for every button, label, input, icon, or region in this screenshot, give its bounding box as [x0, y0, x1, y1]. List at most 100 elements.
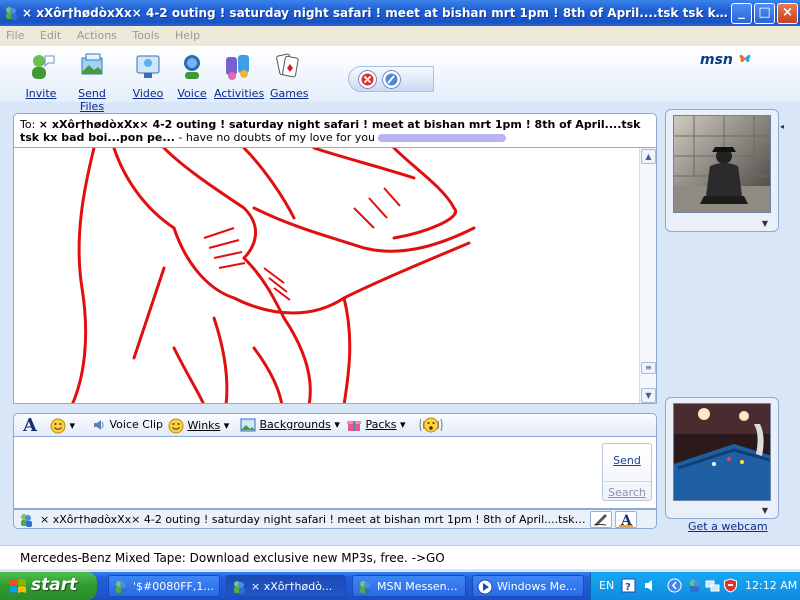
to-label: To: — [20, 118, 36, 131]
svg-text:A: A — [620, 513, 633, 527]
get-webcam-link[interactable]: Get a webcam — [688, 520, 768, 533]
vertical-scrollbar[interactable]: ▲ ≡ ▼ — [639, 148, 656, 403]
taskbar-item-msn-messenger[interactable]: MSN Messenger — [352, 575, 466, 597]
wink-icon — [168, 418, 184, 434]
taskbar-item-chat-1[interactable]: '$#0080FF,1... — [108, 575, 220, 597]
invite-button[interactable]: Invite — [24, 52, 58, 100]
send-files-button[interactable]: Send Files — [66, 52, 118, 113]
window-title: × xXôr†hødòxXx× 4-2 outing ! saturday ni… — [22, 6, 728, 20]
winks-button[interactable]: Winks ▾ — [168, 418, 229, 434]
font-button[interactable]: A — [23, 415, 37, 436]
activities-button[interactable]: Activities — [214, 52, 264, 100]
scroll-up-button[interactable]: ▲ — [641, 149, 656, 164]
emoticon-button[interactable]: ▾ — [50, 418, 75, 434]
msn-buddy-icon — [21, 514, 32, 527]
chevron-down-icon[interactable]: ▼ — [762, 219, 768, 228]
conversation-history[interactable]: ▲ ≡ ▼ — [13, 147, 657, 404]
my-display-picture[interactable]: ▼ — [665, 397, 779, 519]
title-bar[interactable]: × xXôr†hødòxXx× 4-2 outing ! saturday ni… — [0, 0, 800, 26]
send-files-icon — [81, 53, 103, 75]
language-indicator[interactable]: EN — [599, 579, 614, 592]
backgrounds-icon — [240, 418, 256, 432]
pen-icon — [593, 514, 607, 526]
collapse-sidebar-icon[interactable]: ◂ — [780, 122, 788, 142]
smiley-icon — [50, 418, 66, 434]
close-button[interactable]: × — [777, 3, 798, 24]
msn-tray-icon[interactable] — [687, 578, 702, 593]
speaker-icon — [94, 420, 104, 430]
redacted-text — [378, 134, 507, 142]
status-text: × xXôr†hødòxXx× 4-2 outing ! saturday ni… — [40, 513, 588, 526]
windows-logo-icon — [10, 579, 26, 593]
taskbar-item-chat-2[interactable]: × xXôr†hødò... — [226, 575, 346, 597]
invite-icon — [32, 55, 55, 79]
chevron-down-icon: ▾ — [223, 419, 230, 432]
contact-display-picture[interactable]: ▼ — [665, 109, 779, 232]
help-icon[interactable]: ? — [621, 578, 636, 593]
toolbar: Invite Send Files Video Voice Activities… — [0, 46, 800, 113]
voice-button[interactable]: Voice — [176, 52, 208, 100]
volume-icon[interactable] — [643, 578, 658, 593]
video-button[interactable]: Video — [132, 52, 164, 100]
contact-photo-image — [674, 116, 770, 212]
conversation-window: Invite Send Files Video Voice Activities… — [0, 46, 800, 572]
chevron-down-icon: ▾ — [400, 418, 406, 431]
backgrounds-button[interactable]: Backgrounds ▾ — [240, 418, 340, 432]
nudge-button[interactable] — [418, 416, 444, 437]
menu-bar: File Edit Actions Tools Help — [0, 26, 800, 46]
formatting-toolbar: A ▾ Voice Clip Winks ▾ Backgrounds ▾ Pac… — [13, 413, 657, 437]
text-icon: A — [619, 513, 633, 529]
expand-tray-icon[interactable] — [667, 578, 682, 593]
message-input[interactable]: Send Search — [13, 437, 657, 509]
search-button[interactable]: Search — [603, 481, 651, 499]
clock[interactable]: 12:12 AM — [745, 579, 797, 592]
chevron-down-icon: ▾ — [334, 418, 340, 431]
voice-icon — [184, 55, 200, 79]
packs-button[interactable]: Packs ▾ — [346, 418, 406, 432]
status-line: × xXôr†hødòxXx× 4-2 outing ! saturday ni… — [13, 509, 657, 529]
start-button[interactable]: start — [0, 572, 97, 600]
send-button[interactable]: Send — [603, 454, 651, 467]
menu-edit[interactable]: Edit — [34, 26, 67, 45]
butterfly-icon — [739, 54, 751, 63]
menu-help[interactable]: Help — [169, 26, 206, 45]
hand-drawing — [71, 148, 476, 403]
send-button-group: Send Search — [602, 443, 652, 501]
handwriting-button[interactable] — [590, 511, 612, 528]
paint-brush-icon[interactable] — [382, 70, 401, 89]
gift-icon — [347, 421, 361, 431]
block-and-background-buttons — [348, 66, 434, 92]
media-player-icon — [477, 579, 493, 595]
maximize-button[interactable]: □ — [754, 3, 775, 24]
msn-buddy-icon — [6, 7, 17, 20]
menu-file[interactable]: File — [0, 26, 30, 45]
msn-buddy-icon — [116, 581, 127, 594]
my-photo-image — [674, 404, 770, 500]
taskbar: start '$#0080FF,1... × xXôr†hødò... MSN … — [0, 572, 800, 600]
voice-clip-button[interactable]: Voice Clip — [92, 418, 163, 432]
games-icon — [276, 53, 299, 78]
nudge-icon — [419, 417, 443, 433]
taskbar-item-windows-media[interactable]: Windows Me... — [472, 575, 584, 597]
security-shield-icon[interactable] — [723, 578, 738, 593]
scroll-down-button[interactable]: ▼ — [641, 388, 656, 403]
minimize-button[interactable]: _ — [731, 3, 752, 24]
msn-buddy-icon — [234, 581, 245, 594]
recipient-header: To: × xXôr†hødòxXx× 4-2 outing ! saturda… — [13, 113, 657, 147]
chevron-down-icon[interactable]: ▼ — [762, 506, 768, 515]
activities-icon — [226, 55, 249, 80]
my-photo — [673, 403, 771, 501]
games-button[interactable]: Games — [270, 52, 308, 100]
menu-actions[interactable]: Actions — [71, 26, 123, 45]
contact-photo — [673, 115, 771, 213]
text-mode-button[interactable]: A — [615, 511, 637, 529]
menu-tools[interactable]: Tools — [126, 26, 165, 45]
msn-buddy-icon — [360, 581, 371, 594]
msn-logo: msn — [700, 52, 752, 68]
svg-text:?: ? — [625, 582, 631, 593]
advertisement-bar[interactable]: Mercedes-Benz Mixed Tape: Download exclu… — [0, 545, 800, 569]
network-icon[interactable] — [705, 578, 720, 593]
ad-text[interactable]: Mercedes-Benz Mixed Tape: Download exclu… — [20, 551, 445, 565]
scroll-thumb[interactable]: ≡ — [641, 362, 656, 374]
block-icon[interactable] — [358, 70, 377, 89]
